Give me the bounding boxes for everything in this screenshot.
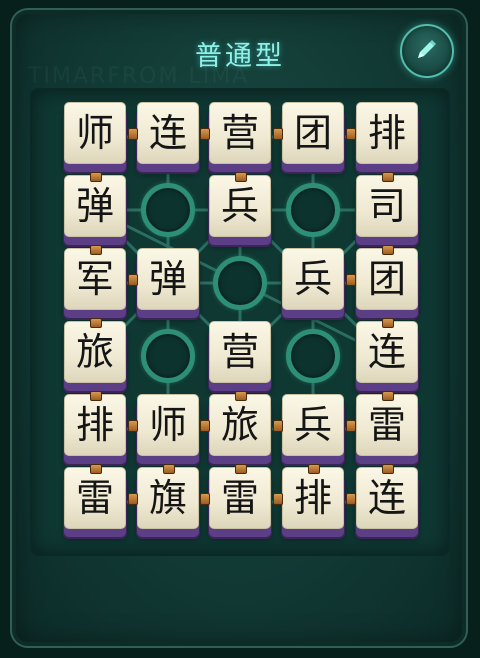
- camp-station[interactable]: [141, 183, 195, 237]
- piece-connector: [127, 128, 138, 140]
- chess-piece[interactable]: 连: [137, 102, 199, 164]
- piece-connector: [382, 317, 394, 328]
- pencil-icon: [418, 40, 436, 58]
- chess-piece[interactable]: 连: [356, 321, 418, 383]
- piece-connector: [235, 171, 247, 182]
- chess-piece[interactable]: 营: [209, 321, 271, 383]
- piece-connector: [346, 274, 356, 286]
- chess-piece[interactable]: 雷: [209, 467, 271, 529]
- chess-piece[interactable]: 团: [282, 102, 344, 164]
- piece-connector: [200, 420, 210, 432]
- piece-connector: [382, 171, 394, 182]
- camp-station[interactable]: [141, 329, 195, 383]
- piece-connector: [346, 493, 356, 505]
- camp-station[interactable]: [286, 329, 340, 383]
- chess-piece[interactable]: 营: [209, 102, 271, 164]
- chess-piece[interactable]: 军: [64, 248, 126, 310]
- piece-connector: [346, 128, 356, 140]
- chess-piece[interactable]: 旗: [137, 467, 199, 529]
- piece-connector: [90, 317, 102, 328]
- piece-connector: [382, 463, 394, 474]
- piece-connector: [308, 463, 320, 474]
- piece-connector: [90, 390, 102, 401]
- chess-piece[interactable]: 雷: [64, 467, 126, 529]
- piece-connector: [235, 390, 247, 401]
- chess-piece[interactable]: 师: [64, 102, 126, 164]
- piece-connector: [200, 493, 210, 505]
- piece-connector: [272, 420, 283, 432]
- piece-connector: [346, 420, 356, 432]
- chess-piece[interactable]: 排: [356, 102, 418, 164]
- chess-piece[interactable]: 司: [356, 175, 418, 237]
- piece-connector: [127, 420, 138, 432]
- piece-connector: [127, 493, 138, 505]
- piece-connector: [90, 244, 102, 255]
- chess-piece[interactable]: 连: [356, 467, 418, 529]
- piece-connector: [127, 274, 138, 286]
- piece-connector: [382, 244, 394, 255]
- chess-piece[interactable]: 弹: [64, 175, 126, 237]
- chess-piece[interactable]: 团: [356, 248, 418, 310]
- piece-connector: [163, 463, 175, 474]
- chess-piece[interactable]: 旅: [209, 394, 271, 456]
- chess-piece[interactable]: 排: [282, 467, 344, 529]
- camp-station[interactable]: [286, 183, 340, 237]
- chess-piece[interactable]: 兵: [282, 394, 344, 456]
- chess-piece[interactable]: 弹: [137, 248, 199, 310]
- chess-piece[interactable]: 师: [137, 394, 199, 456]
- chess-piece[interactable]: 排: [64, 394, 126, 456]
- chess-piece[interactable]: 旅: [64, 321, 126, 383]
- piece-connector: [272, 128, 283, 140]
- piece-connector: [90, 171, 102, 182]
- chess-piece[interactable]: 兵: [282, 248, 344, 310]
- edit-layout-button[interactable]: [400, 24, 454, 78]
- piece-connector: [382, 390, 394, 401]
- piece-connector: [235, 463, 247, 474]
- piece-connector: [200, 128, 210, 140]
- chess-piece[interactable]: 兵: [209, 175, 271, 237]
- chess-piece[interactable]: 雷: [356, 394, 418, 456]
- piece-connector: [90, 463, 102, 474]
- camp-station[interactable]: [213, 256, 267, 310]
- piece-connector: [272, 493, 283, 505]
